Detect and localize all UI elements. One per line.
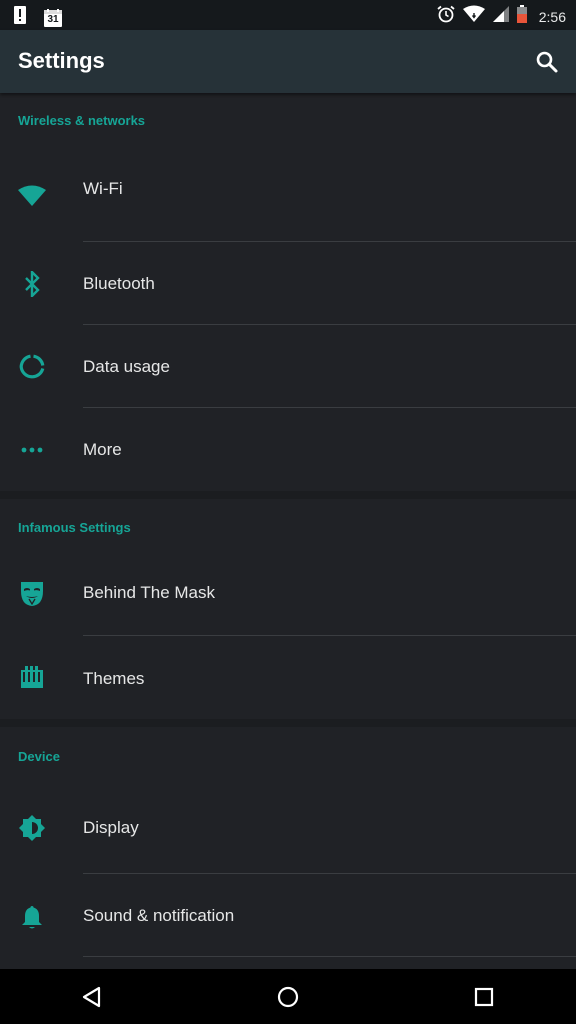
- themes-icon: [18, 663, 46, 691]
- settings-list[interactable]: Wireless & networks Wi-Fi Bluetooth Data…: [0, 93, 576, 969]
- battery-icon: [516, 5, 527, 28]
- search-button[interactable]: [534, 49, 560, 75]
- bluetooth-icon: [18, 270, 46, 298]
- page-title: Settings: [18, 48, 105, 73]
- settings-item-label: Display: [83, 818, 139, 837]
- section-header: Wireless & networks: [18, 113, 146, 128]
- section-header: Device: [18, 749, 60, 764]
- home-button[interactable]: [273, 982, 303, 1012]
- settings-item-label: Behind The Mask: [83, 583, 215, 602]
- settings-item-label: Bluetooth: [83, 274, 155, 293]
- calendar-icon: 31: [44, 8, 62, 27]
- search-icon: [536, 51, 558, 73]
- status-time: 2:56: [538, 8, 566, 25]
- mask-icon: [18, 579, 46, 607]
- display-brightness-icon: [18, 814, 46, 842]
- section-divider: [0, 491, 576, 499]
- settings-item-label: Wi-Fi: [83, 179, 123, 198]
- wifi-icon: [18, 182, 46, 210]
- signal-icon: [492, 5, 509, 28]
- settings-item-label: Data usage: [83, 357, 170, 376]
- settings-item-wifi[interactable]: Wi-Fi: [0, 149, 576, 242]
- data-usage-icon: [18, 353, 46, 381]
- section-infamous-settings: Infamous Settings Behind The Mask Themes: [0, 499, 576, 719]
- settings-item-themes[interactable]: Themes: [0, 636, 576, 719]
- section-header: Infamous Settings: [18, 520, 131, 535]
- home-icon: [277, 986, 299, 1008]
- recents-button[interactable]: [469, 982, 499, 1012]
- back-button[interactable]: [77, 982, 107, 1012]
- navigation-bar: [0, 969, 576, 1024]
- more-dots-icon: [18, 436, 46, 464]
- settings-item-label: Sound & notification: [83, 906, 235, 925]
- settings-item-sound-notification[interactable]: Sound & notification: [0, 874, 576, 957]
- settings-item-behind-the-mask[interactable]: Behind The Mask: [0, 557, 576, 636]
- app-bar: Settings: [0, 30, 576, 93]
- bell-icon: [18, 903, 46, 931]
- alert-icon: [14, 6, 26, 29]
- settings-item-bluetooth[interactable]: Bluetooth: [0, 242, 576, 325]
- section-device: Device Display Sound & notification: [0, 727, 576, 957]
- alarm-icon: [437, 5, 455, 28]
- settings-item-label: Themes: [83, 669, 145, 688]
- wifi-icon: [462, 5, 485, 28]
- settings-item-more[interactable]: More: [0, 408, 576, 491]
- section-wireless-networks: Wireless & networks Wi-Fi Bluetooth Data…: [0, 93, 576, 491]
- settings-item-data-usage[interactable]: Data usage: [0, 325, 576, 408]
- settings-item-display[interactable]: Display: [0, 782, 576, 874]
- settings-item-label: More: [83, 440, 122, 459]
- back-icon: [82, 986, 101, 1008]
- status-bar: 31 2:56: [0, 0, 576, 30]
- calendar-day: 31: [47, 13, 59, 25]
- divider: [83, 956, 576, 957]
- recents-icon: [474, 987, 494, 1007]
